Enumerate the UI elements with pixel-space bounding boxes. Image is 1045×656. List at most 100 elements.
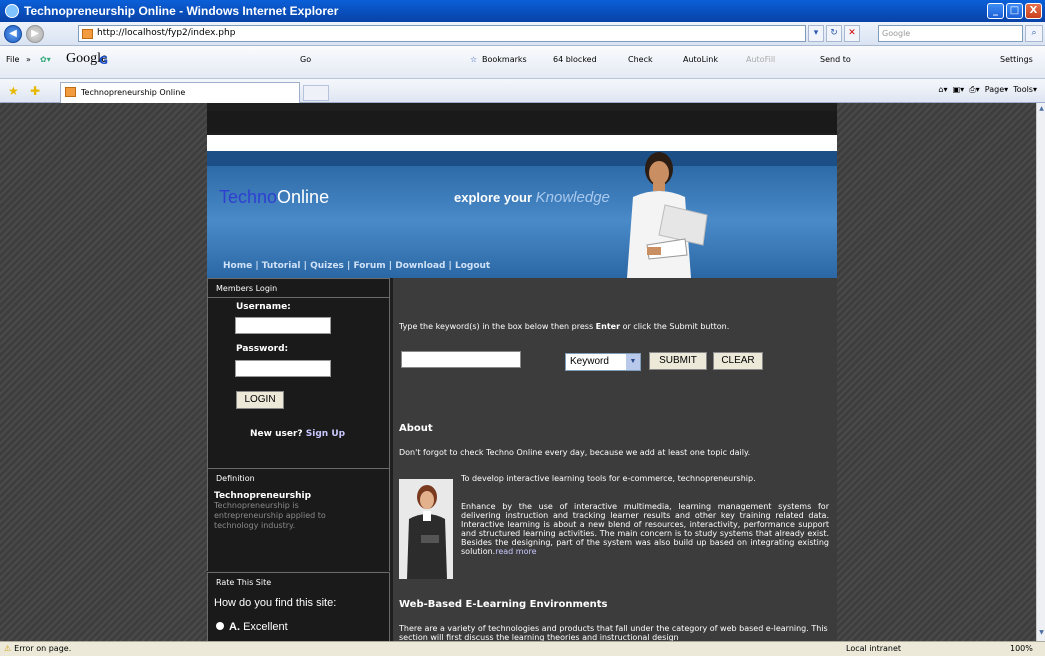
chevron-icon[interactable]: » — [26, 55, 31, 64]
back-button[interactable]: ◀ — [4, 24, 22, 43]
intro-pre: Type the keyword(s) in the box below the… — [399, 322, 594, 331]
rate-question: How do you find this site: — [214, 597, 337, 609]
error-text: Error on page. — [14, 644, 72, 653]
search-instructions: Type the keyword(s) in the box below the… — [399, 322, 729, 331]
search-icon[interactable]: ⌕ — [1025, 25, 1043, 42]
rate-option-letter: A. — [229, 621, 240, 633]
window-title-bar[interactable]: Technopreneurship Online - Windows Inter… — [0, 0, 1045, 22]
intro-enter: Enter — [595, 322, 621, 331]
new-tab-button[interactable] — [303, 85, 329, 101]
error-status[interactable]: ⚠ Error on page. — [4, 644, 71, 653]
toolbar-options-icon[interactable]: ✿▾ — [40, 55, 51, 64]
chevron-down-icon[interactable]: ▼ — [626, 354, 640, 370]
tab-favicon — [65, 87, 76, 97]
url-field[interactable]: http://localhost/fyp2/index.php — [78, 25, 806, 42]
nav-download[interactable]: Download — [395, 261, 445, 271]
scroll-down-icon[interactable]: ▼ — [1037, 629, 1045, 638]
nav-home[interactable]: Home — [223, 261, 252, 271]
student-photo — [627, 152, 708, 278]
radio-icon[interactable] — [216, 622, 224, 630]
tools-menu[interactable]: Tools — [1013, 85, 1033, 94]
print-icon[interactable]: ⎙▾ — [969, 85, 979, 94]
settings-button[interactable]: Settings — [1000, 55, 1033, 64]
close-button[interactable]: X — [1025, 3, 1042, 19]
tab-label: Technopreneurship Online — [81, 88, 186, 97]
browser-viewport: TechnoOnline explore your Knowledge Home… — [0, 103, 1036, 641]
bookmarks-star-icon[interactable]: ☆ — [470, 55, 477, 64]
autofill-button[interactable]: AutoFill — [746, 55, 775, 64]
clear-button[interactable]: CLEAR — [713, 352, 763, 370]
rate-option-label: Excellent — [243, 621, 288, 633]
command-bar: ⌂▾ ▣▾ ⎙▾ Page▾ Tools▾ — [938, 85, 1037, 94]
sign-up-link[interactable]: Sign Up — [306, 429, 345, 439]
page-menu[interactable]: Page — [985, 85, 1004, 94]
intro-paragraph: Enhance by the use of interactive multim… — [461, 502, 829, 556]
password-label: Password: — [236, 344, 289, 354]
web-based-text: There are a variety of technologies and … — [399, 624, 828, 641]
keyword-input[interactable] — [401, 351, 521, 368]
favorites-star-icon[interactable]: ★ — [8, 84, 19, 98]
businesswoman-photo — [399, 479, 453, 579]
minimize-button[interactable]: _ — [987, 3, 1004, 19]
username-field[interactable] — [235, 317, 331, 334]
page-divider — [207, 135, 837, 151]
web-based-heading: Web-Based E-Learning Environments — [399, 599, 608, 610]
search-input[interactable]: Google — [878, 25, 1023, 42]
definition-panel: Technopreneurship Technopreneurship is e… — [207, 487, 390, 571]
window-title: Technopreneurship Online - Windows Inter… — [24, 4, 339, 18]
check-button[interactable]: Check — [628, 55, 653, 64]
web-page: TechnoOnline explore your Knowledge Home… — [207, 103, 837, 641]
new-user-label: New user? — [250, 429, 303, 439]
about-heading: About — [399, 423, 433, 434]
site-nav: Home | Tutorial | Quizes | Forum | Downl… — [223, 261, 491, 271]
refresh-icon[interactable]: ↻ — [826, 25, 842, 42]
dropdown-icon[interactable]: ▾ — [808, 25, 824, 42]
autolink-button[interactable]: AutoLink — [683, 55, 718, 64]
nav-logout[interactable]: Logout — [455, 261, 490, 271]
rate-option-excellent[interactable]: A. Excellent — [216, 621, 288, 633]
members-login-header: Members Login — [207, 278, 390, 298]
nav-quizes[interactable]: Quizes — [310, 261, 344, 271]
definition-title: Technopreneurship — [214, 491, 312, 501]
login-button[interactable]: LOGIN — [236, 391, 284, 409]
nav-forum[interactable]: Forum — [353, 261, 385, 271]
search-type-select[interactable]: Keyword ▼ — [565, 353, 641, 371]
warning-icon: ⚠ — [4, 644, 12, 653]
google-search-button[interactable]: G — [99, 54, 108, 67]
google-toolbar: File » ✿▾ Google G Go ☆ Bookmarks 64 blo… — [0, 46, 1045, 79]
intro-post: or click the Submit button. — [622, 322, 730, 331]
main-content: Type the keyword(s) in the box below the… — [393, 278, 837, 641]
stop-icon[interactable]: ✕ — [844, 25, 860, 42]
submit-button[interactable]: SUBMIT — [649, 352, 707, 370]
logo-techno: Techno — [219, 187, 278, 207]
go-button[interactable]: Go — [300, 55, 311, 64]
forward-button[interactable]: ▶ — [26, 24, 44, 43]
ie-icon — [5, 4, 19, 18]
maximize-button[interactable]: □ — [1006, 3, 1023, 19]
popup-blocked-badge[interactable]: 64 blocked — [553, 55, 597, 64]
tab-technopreneurship[interactable]: Technopreneurship Online — [60, 82, 300, 103]
definition-text: Technopreneurship is entrepreneurship ap… — [214, 501, 326, 530]
search-type-value: Keyword — [570, 356, 609, 367]
file-menu[interactable]: File — [6, 55, 19, 64]
site-slogan: explore your Knowledge — [454, 189, 610, 206]
scroll-up-icon[interactable]: ▲ — [1037, 105, 1045, 114]
bookmarks-button[interactable]: Bookmarks — [482, 55, 527, 64]
password-field[interactable] — [235, 360, 331, 377]
add-favorites-icon[interactable]: ✚ — [30, 84, 40, 98]
rate-header: Rate This Site — [207, 572, 390, 592]
home-icon[interactable]: ⌂▾ — [938, 85, 947, 94]
new-user-prompt: New user? Sign Up — [250, 429, 345, 439]
read-more-link[interactable]: read more — [495, 547, 536, 556]
nav-tutorial[interactable]: Tutorial — [262, 261, 301, 271]
page-icon — [82, 29, 93, 39]
tab-row: ★ ✚ Technopreneurship Online ⌂▾ ▣▾ ⎙▾ Pa… — [0, 79, 1045, 103]
feeds-icon[interactable]: ▣▾ — [953, 85, 965, 94]
rate-panel: How do you find this site: A. Excellent — [207, 591, 390, 641]
send-to-button[interactable]: Send to — [820, 55, 851, 64]
slogan-text: explore your — [454, 190, 533, 205]
vertical-scrollbar[interactable]: ▲ ▼ — [1036, 103, 1045, 641]
status-bar: ⚠ Error on page. Local intranet 100% — [0, 641, 1045, 656]
zoom-level[interactable]: 100% — [1010, 644, 1033, 653]
site-logo[interactable]: TechnoOnline — [219, 187, 329, 208]
